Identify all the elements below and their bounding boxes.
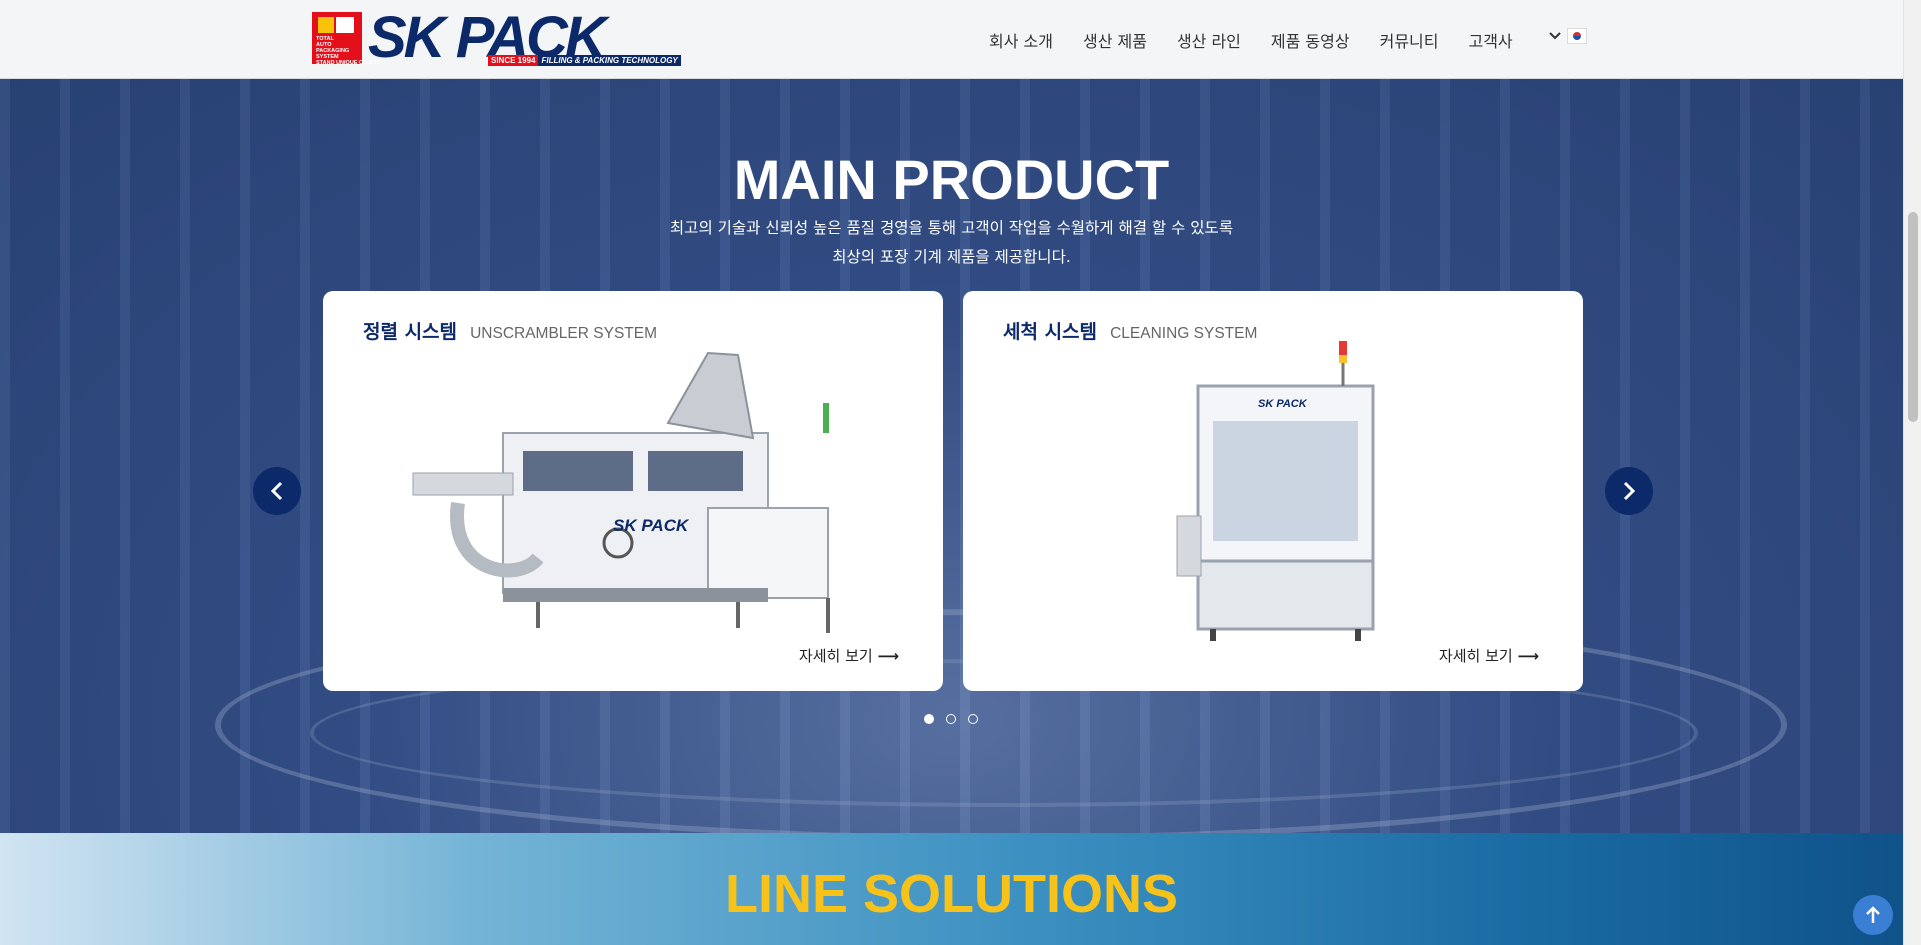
scroll-to-top-button[interactable] (1853, 895, 1893, 935)
nav-company[interactable]: 회사 소개 (989, 28, 1053, 52)
line-solutions-section: LINE SOLUTIONS (0, 833, 1903, 945)
chevron-right-icon (1623, 481, 1636, 501)
logo-tagline: SINCE 1994 FILLING & PACKING TECHNOLOGY (488, 55, 681, 66)
logo-mark: TOTAL AUTO PACKAGING SYSTEM STAND UNIQUE… (312, 12, 381, 66)
machine-brand-label: SK PACK (613, 516, 690, 535)
card-heading: 정렬 시스템 UNSCRAMBLER SYSTEM (363, 321, 658, 343)
line-solutions-title: LINE SOLUTIONS (724, 864, 1178, 924)
slider-dot-2[interactable] (946, 714, 956, 724)
nav-community[interactable]: 커뮤니티 (1380, 28, 1439, 52)
arrow-right-icon: ⟶ (1517, 647, 1539, 665)
unscrambler-machine-image: SK PACK (412, 351, 830, 633)
view-details-link[interactable]: 자세히 보기 ⟶ (1439, 645, 1539, 666)
section-subtitle: 최고의 기술과 신뢰성 높은 품질 경영을 통해 고객이 작업을 수월하게 해결… (669, 219, 1234, 266)
nav-clients[interactable]: 고객사 (1468, 28, 1512, 52)
arrow-up-icon (1866, 906, 1880, 923)
slider-prev-button[interactable] (253, 467, 301, 515)
nav-production-line[interactable]: 생산 라인 (1177, 28, 1241, 52)
site-header: TOTAL AUTO PACKAGING SYSTEM STAND UNIQUE… (0, 0, 1903, 79)
slider-next-button[interactable] (1605, 467, 1653, 515)
language-selector[interactable] (1549, 28, 1587, 44)
main-nav: 회사 소개 생산 제품 생산 라인 제품 동영상 커뮤니티 고객사 (989, 28, 1543, 52)
chevron-down-icon (1549, 32, 1561, 40)
korea-flag-icon (1567, 28, 1587, 44)
cleaning-machine-image: SK PACK (1176, 341, 1375, 641)
section-title: MAIN PRODUCT (733, 148, 1170, 211)
chevron-left-icon (270, 481, 283, 501)
product-card-cleaning[interactable]: 세척 시스템 CLEANING SYSTEM SK PACK 자세히 보기 ⟶ (963, 291, 1583, 691)
product-card-unscrambler[interactable]: 정렬 시스템 UNSCRAMBLER SYSTEM SK PACK 자세히 보기… (323, 291, 943, 691)
scrollbar-thumb[interactable] (1908, 212, 1918, 422)
arrow-right-icon: ⟶ (877, 647, 899, 665)
nav-products[interactable]: 생산 제품 (1083, 28, 1147, 52)
slider-pagination (924, 714, 978, 724)
page-scrollbar[interactable] (1903, 0, 1921, 945)
slider-dot-1[interactable] (924, 714, 934, 724)
slider-dot-3[interactable] (968, 714, 978, 724)
card-heading: 세척 시스템 CLEANING SYSTEM (1003, 321, 1258, 343)
view-details-link[interactable]: 자세히 보기 ⟶ (799, 645, 899, 666)
main-product-section: MAIN PRODUCT 최고의 기술과 신뢰성 높은 품질 경영을 통해 고객… (0, 79, 1903, 833)
machine-brand-label: SK PACK (1258, 398, 1308, 410)
nav-product-videos[interactable]: 제품 동영상 (1271, 28, 1350, 52)
